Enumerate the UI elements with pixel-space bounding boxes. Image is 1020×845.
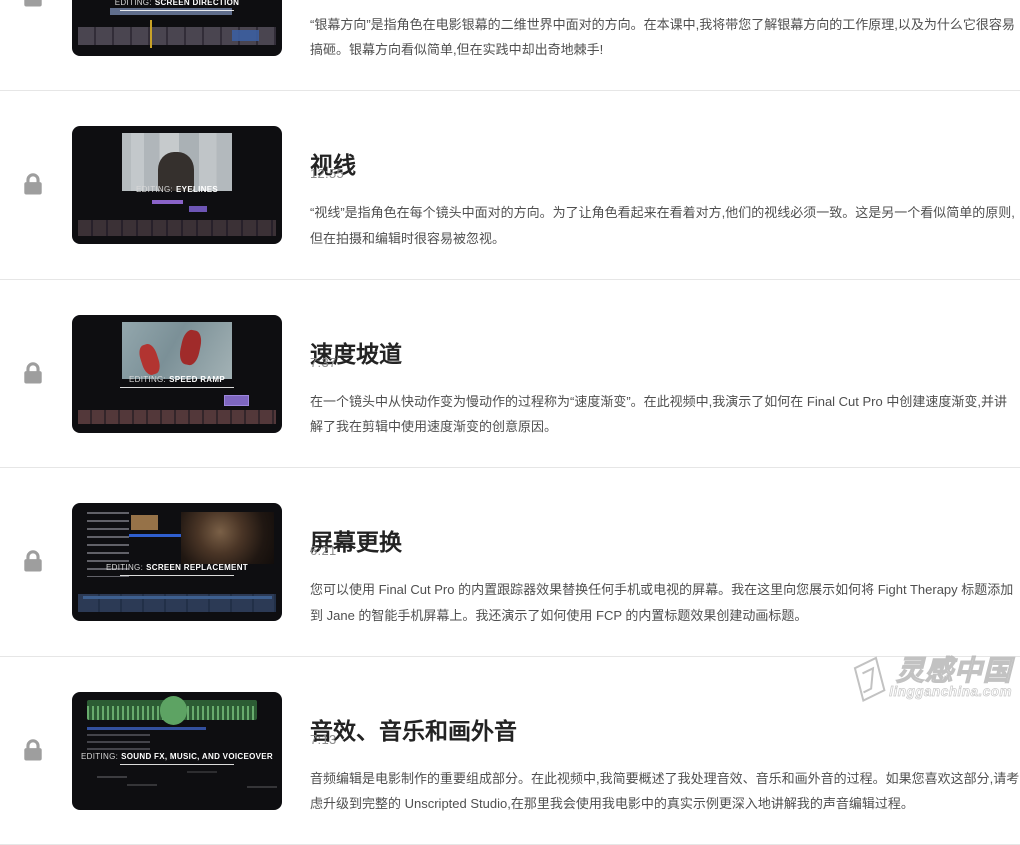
lesson-thumbnail[interactable]: EDITING:SPEED RAMP: [72, 315, 282, 433]
lesson-description: 在一个镜头中从快动作变为慢动作的过程称为“速度渐变”。在此视频中,我演示了如何在…: [310, 389, 1007, 440]
lesson-row[interactable]: EDITING:SCREEN DIRECTION “银幕方向”是指角色在电影银幕…: [0, 0, 1020, 91]
thumbnail-caption-prefix: EDITING:: [115, 0, 152, 7]
thumbnail-caption-label: SPEED RAMP: [169, 375, 225, 384]
lesson-row[interactable]: EDITING:SPEED RAMP 速度坡道 7:37 在一个镜头中从快动作变…: [0, 280, 1020, 469]
thumbnail-caption-prefix: EDITING:: [129, 375, 166, 384]
lesson-description: “银幕方向”是指角色在电影银幕的二维世界中面对的方向。在本课中,我将带您了解银幕…: [310, 12, 1015, 63]
lesson-row[interactable]: EDITING:SOUND FX, MUSIC, AND VOICEOVER 音…: [0, 657, 1020, 845]
thumbnail-caption: EDITING:SOUND FX, MUSIC, AND VOICEOVER: [72, 753, 282, 765]
lesson-duration: 6:21: [310, 543, 337, 558]
thumbnail-artwork: [72, 503, 282, 621]
thumbnail-caption-prefix: EDITING:: [81, 752, 118, 761]
thumbnail-artwork: [72, 692, 282, 810]
lesson-title[interactable]: 音效、音乐和画外音: [310, 717, 517, 746]
lock-icon: [22, 360, 44, 386]
thumbnail-caption: EDITING:EYELINES: [72, 186, 282, 195]
lesson-thumbnail[interactable]: EDITING:EYELINES: [72, 126, 282, 244]
thumbnail-caption-label: SCREEN DIRECTION: [155, 0, 239, 7]
lesson-list: EDITING:SCREEN DIRECTION “银幕方向”是指角色在电影银幕…: [0, 0, 1020, 845]
lesson-description: 音频编辑是电影制作的重要组成部分。在此视频中,我简要概述了我处理音效、音乐和画外…: [310, 766, 1019, 817]
thumbnail-caption: EDITING:SPEED RAMP: [72, 376, 282, 388]
thumbnail-caption-label: SOUND FX, MUSIC, AND VOICEOVER: [121, 752, 273, 761]
lesson-thumbnail[interactable]: EDITING:SOUND FX, MUSIC, AND VOICEOVER: [72, 692, 282, 810]
lock-icon: [22, 737, 44, 763]
thumbnail-caption-label: SCREEN REPLACEMENT: [146, 563, 248, 572]
lesson-row[interactable]: EDITING:EYELINES 视线 12:55 “视线”是指角色在每个镜头中…: [0, 91, 1020, 280]
lesson-row[interactable]: EDITING:SCREEN REPLACEMENT 屏幕更换 6:21 您可以…: [0, 468, 1020, 657]
thumbnail-caption: EDITING:SCREEN DIRECTION: [72, 0, 282, 11]
lesson-thumbnail[interactable]: EDITING:SCREEN DIRECTION: [72, 0, 282, 56]
thumbnail-artwork: [72, 315, 282, 433]
thumbnail-caption-prefix: EDITING:: [136, 185, 173, 194]
lock-icon: [22, 171, 44, 197]
lesson-duration: 7:13: [310, 732, 337, 747]
lock-icon: [22, 0, 44, 9]
lesson-duration: 7:37: [310, 355, 337, 370]
lesson-description: “视线”是指角色在每个镜头中面对的方向。为了让角色看起来在看着对方,他们的视线必…: [310, 200, 1015, 251]
thumbnail-caption-label: EYELINES: [176, 185, 218, 194]
thumbnail-caption: EDITING:SCREEN REPLACEMENT: [72, 564, 282, 576]
lesson-description: 您可以使用 Final Cut Pro 的内置跟踪器效果替换任何手机或电视的屏幕…: [310, 577, 1013, 628]
lesson-thumbnail[interactable]: EDITING:SCREEN REPLACEMENT: [72, 503, 282, 621]
lock-icon: [22, 548, 44, 574]
thumbnail-caption-prefix: EDITING:: [106, 563, 143, 572]
lesson-duration: 12:55: [310, 166, 344, 181]
